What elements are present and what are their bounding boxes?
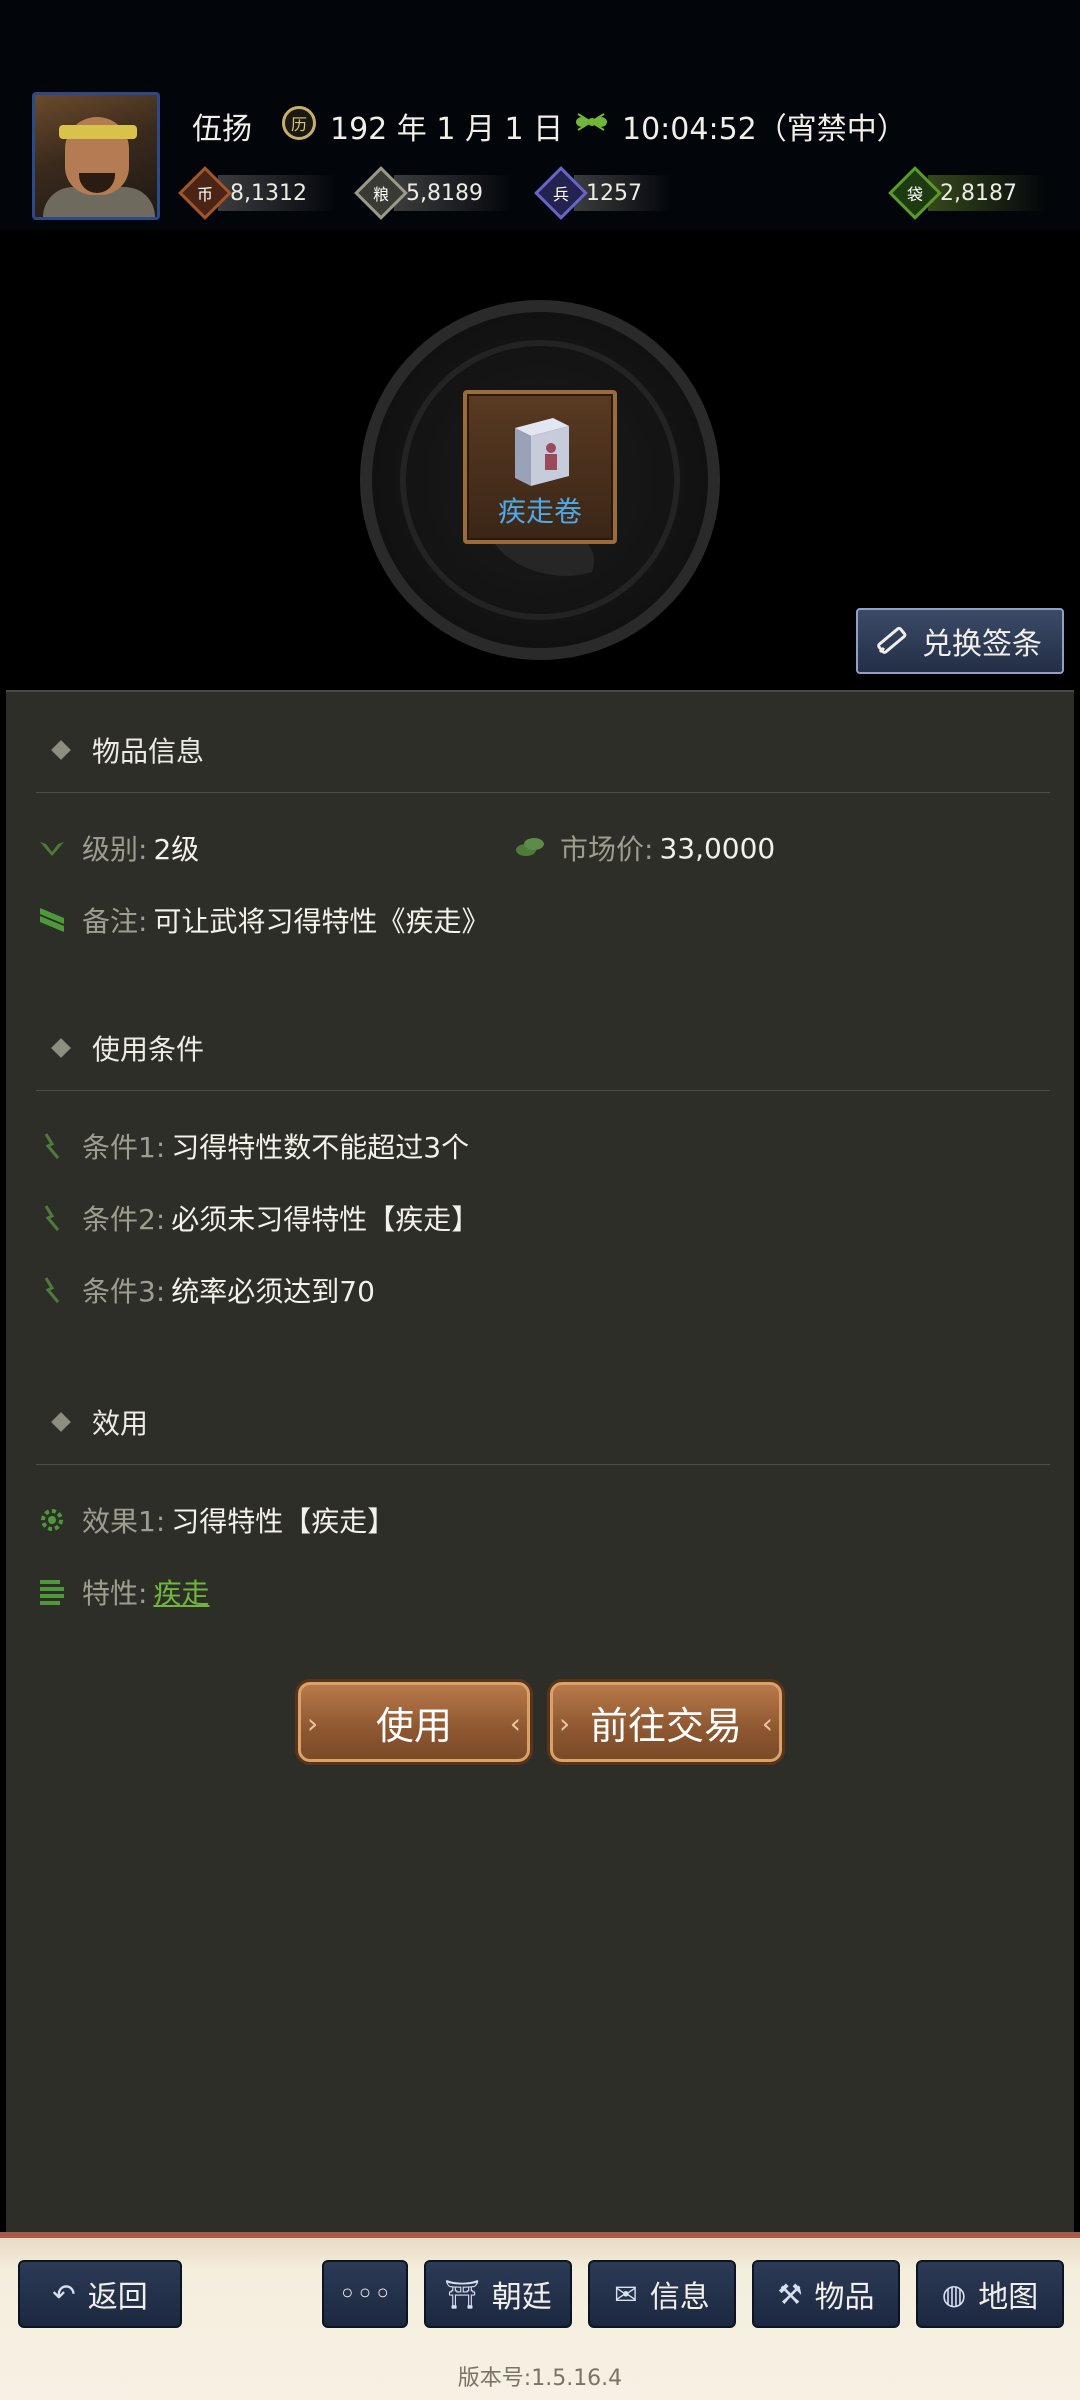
book-icon: [515, 418, 569, 486]
divider: [36, 1090, 1050, 1091]
divider: [36, 1464, 1050, 1465]
general-avatar[interactable]: [32, 92, 160, 220]
note-row: 备注: 可让武将习得特性《疾走》: [36, 900, 489, 940]
coins-icon: [514, 832, 546, 864]
section-item-info: 物品信息: [34, 730, 204, 770]
bottom-nav-bar: ↶ 返回 ◦◦◦ ⛩ 朝廷 ✉ 信息 ⚒ 物品 ◍ 地图 版本号:1.5.16.…: [0, 2232, 1080, 2400]
items-button[interactable]: ⚒ 物品: [752, 2260, 900, 2328]
player-name: 伍扬: [192, 112, 252, 147]
back-button[interactable]: ↶ 返回: [18, 2260, 182, 2328]
chat-icon: ✉: [614, 2277, 638, 2311]
back-arrow-icon: ↶: [52, 2277, 76, 2311]
item-detail-panel: 物品信息 级别: 2级 市场价: 33,0000 备注: 可让武将习得特性《疾走…: [6, 690, 1074, 2242]
lightning-icon: [36, 1130, 68, 1162]
diamond-bullet-icon: [51, 1038, 71, 1058]
chevron-left-icon: ‹: [761, 1707, 773, 1740]
lightning-icon: [36, 1274, 68, 1306]
use-button[interactable]: › 使用 ‹: [298, 1682, 530, 1762]
wings-icon: [36, 832, 68, 864]
exchange-label: 兑换签条: [922, 627, 1042, 662]
item-slot[interactable]: 疾走卷: [463, 390, 617, 544]
soldier-resource: 兵 1257: [534, 166, 672, 220]
top-status-bar: 伍扬 历 192 年 1 月 1 日 10:04:52（宵禁中） 币 8,131…: [0, 0, 1080, 230]
price-row: 市场价: 33,0000: [514, 828, 775, 868]
lightning-icon: [36, 1202, 68, 1234]
section-use-conditions: 使用条件: [34, 1028, 204, 1068]
palace-icon: ⛩: [444, 2277, 480, 2311]
money-resource: 币 8,1312: [178, 166, 337, 220]
globe-icon: ◍: [941, 2277, 967, 2311]
divider: [36, 792, 1050, 793]
more-button[interactable]: ◦◦◦: [322, 2260, 408, 2328]
diamond-bullet-icon: [51, 740, 71, 760]
chevron-right-icon: ›: [307, 1707, 319, 1740]
scroll-icon: [36, 904, 68, 936]
chevron-right-icon: ›: [559, 1707, 571, 1740]
more-icon: ◦◦◦: [338, 2276, 392, 2312]
version-label: 版本号:1.5.16.4: [457, 2366, 623, 2391]
game-date: 192 年 1 月 1 日: [330, 112, 564, 147]
gear-icon: [36, 1504, 68, 1536]
effect-row: 效果1: 习得特性【疾走】: [36, 1500, 395, 1540]
map-button[interactable]: ◍ 地图: [916, 2260, 1064, 2328]
diamond-bullet-icon: [51, 1412, 71, 1432]
trait-row: 特性: 疾走: [36, 1572, 209, 1612]
stripes-icon: [36, 1576, 68, 1608]
calendar-icon: 历: [282, 106, 316, 140]
section-effect: 效用: [34, 1402, 148, 1442]
condition-row: 条件3: 统率必须达到70: [36, 1270, 375, 1310]
pen-icon: [877, 626, 907, 654]
game-time: 10:04:52（宵禁中）: [622, 112, 907, 147]
grain-resource: 粮 5,8189: [354, 166, 513, 220]
trait-link[interactable]: 疾走: [153, 1572, 209, 1612]
level-row: 级别: 2级: [36, 828, 199, 868]
condition-row: 条件2: 必须未习得特性【疾走】: [36, 1198, 479, 1238]
condition-row: 条件1: 习得特性数不能超过3个: [36, 1126, 469, 1166]
trade-button[interactable]: › 前往交易 ‹: [550, 1682, 782, 1762]
chevron-left-icon: ‹: [509, 1707, 521, 1740]
message-button[interactable]: ✉ 信息: [588, 2260, 736, 2328]
item-name: 疾走卷: [497, 495, 582, 528]
ant-icon: [576, 113, 607, 131]
bag-resource: 袋 2,8187: [888, 166, 1047, 220]
court-button[interactable]: ⛩ 朝廷: [424, 2260, 572, 2328]
exchange-token-button[interactable]: 兑换签条: [856, 608, 1064, 674]
items-icon: ⚒: [777, 2277, 803, 2311]
